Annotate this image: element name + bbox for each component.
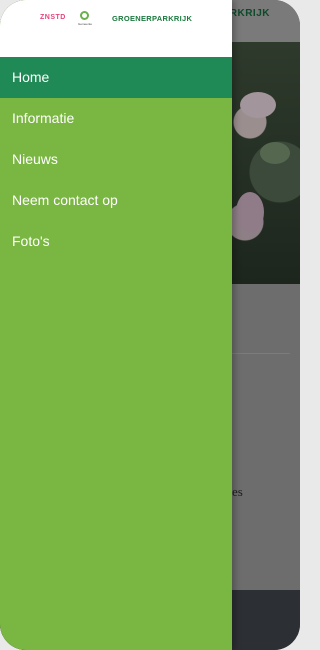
drawer-menu: Home Informatie Nieuws Neem contact op F… bbox=[0, 57, 232, 262]
groenerparkrijk-logo-text: GROENERPARKRIJK bbox=[112, 14, 193, 23]
phone-screen: RKRIJK es ZNSTD Gemeente GROENERPARKRIJK bbox=[0, 0, 300, 650]
flower-petal bbox=[260, 142, 290, 164]
gemeente-logo: Gemeente bbox=[78, 10, 104, 32]
menu-item-home[interactable]: Home bbox=[0, 57, 232, 98]
gemeente-logo-mark bbox=[80, 11, 89, 20]
menu-item-fotos[interactable]: Foto's bbox=[0, 221, 232, 262]
menu-item-informatie[interactable]: Informatie bbox=[0, 98, 232, 139]
gemeente-logo-text: Gemeente bbox=[78, 22, 93, 26]
flower-petal bbox=[240, 92, 276, 118]
background-text: es bbox=[232, 484, 243, 499]
background-header-title: RKRIJK bbox=[229, 8, 270, 19]
drawer-header: ZNSTD Gemeente GROENERPARKRIJK bbox=[0, 0, 232, 57]
divider bbox=[232, 353, 290, 354]
navigation-drawer: ZNSTD Gemeente GROENERPARKRIJK Home Info… bbox=[0, 0, 232, 650]
groenerparkrijk-logo: GROENERPARKRIJK bbox=[112, 14, 192, 23]
znstd-logo: ZNSTD bbox=[40, 14, 66, 21]
znstd-logo-text: ZNSTD bbox=[40, 14, 66, 21]
menu-item-nieuws[interactable]: Nieuws bbox=[0, 139, 232, 180]
menu-item-contact[interactable]: Neem contact op bbox=[0, 180, 232, 221]
flower-petal bbox=[236, 192, 264, 232]
